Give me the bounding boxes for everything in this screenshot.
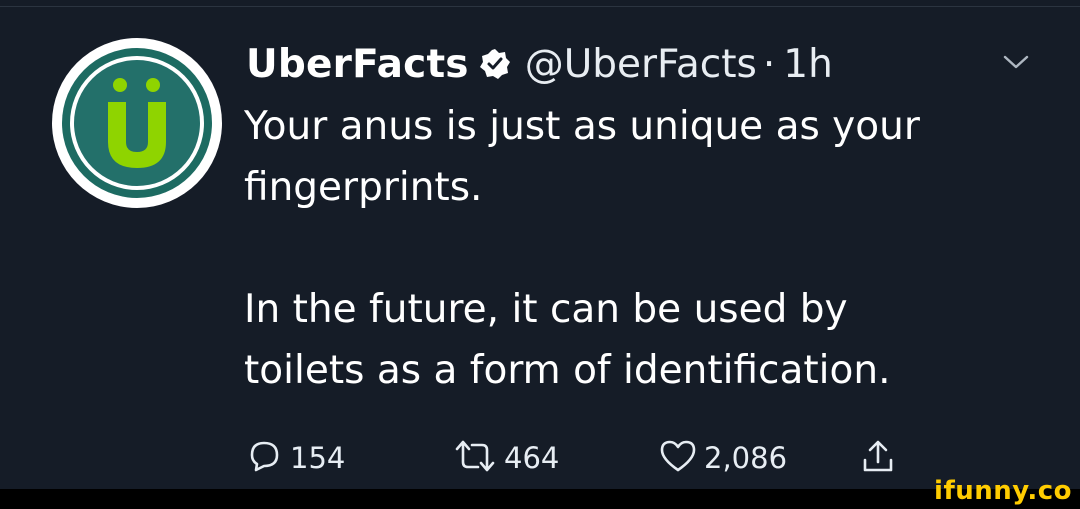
tweet-header: UberFacts @UberFacts · 1h [246,36,833,92]
retweet-icon [452,436,498,480]
tweet-text: Your anus is just as unique as your fing… [244,104,920,393]
reply-icon [244,436,284,480]
avatar[interactable] [52,38,222,208]
separator-dot: · [762,41,776,87]
share-icon [858,436,898,480]
retweet-count: 464 [504,441,560,475]
heart-icon [658,436,698,480]
retweet-button[interactable]: 464 [452,432,559,484]
reply-count: 154 [290,441,346,475]
verified-badge-icon [479,48,511,80]
top-divider [0,6,1080,7]
ifunny-watermark: ifunny.co [934,476,1072,506]
chevron-down-icon[interactable] [1002,52,1030,76]
action-bar: 154 464 2,086 [244,432,944,484]
like-button[interactable]: 2,086 [658,432,787,484]
uberfacts-logo-icon [108,78,166,168]
handle[interactable]: @UberFacts [525,42,757,87]
timestamp[interactable]: 1h [783,42,833,87]
bottom-bar [0,489,1080,509]
reply-button[interactable]: 154 [244,432,345,484]
display-name[interactable]: UberFacts [246,42,469,87]
share-button[interactable] [858,432,898,484]
like-count: 2,086 [704,441,788,475]
